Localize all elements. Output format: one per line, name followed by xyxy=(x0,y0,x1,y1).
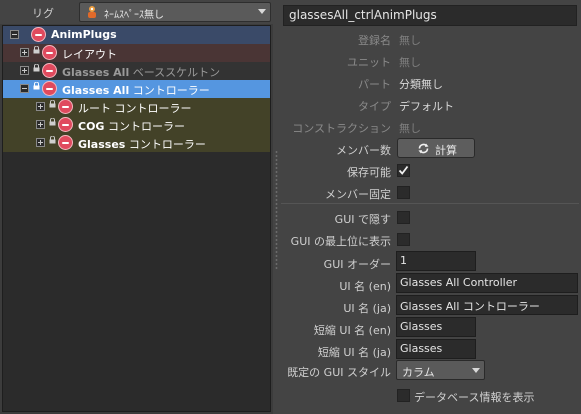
node-icon xyxy=(58,117,73,132)
type-value: デフォルト xyxy=(399,100,454,113)
lock-icon xyxy=(49,136,56,144)
lock-icon xyxy=(33,82,40,90)
calculate-button[interactable]: 計算 xyxy=(397,138,475,158)
type-label: タイプ xyxy=(358,100,391,113)
node-icon xyxy=(58,135,73,150)
short-ui-name-ja-input[interactable]: Glasses xyxy=(396,339,476,359)
tree-row-animplugs[interactable]: AnimPlugs xyxy=(3,26,270,44)
tree-item-label: Glasses All ベーススケルトン xyxy=(62,66,221,79)
construction-value: 無し xyxy=(399,122,421,135)
registered-name-label: 登録名 xyxy=(358,34,391,47)
pane-splitter[interactable] xyxy=(273,0,281,414)
divider xyxy=(281,203,579,204)
member-fixed-checkbox[interactable] xyxy=(397,186,410,199)
gui-order-label: GUI オーダー xyxy=(323,258,391,271)
unit-label: ユニット xyxy=(347,56,391,69)
rig-tree: AnimPlugs レイアウト Glasses All ベーススケルトン Gla… xyxy=(2,25,271,412)
calculate-button-label: 計算 xyxy=(435,144,457,157)
collapse-icon[interactable] xyxy=(20,84,29,93)
tree-item-label: Glasses コントローラー xyxy=(78,138,206,151)
member-count-label: メンバー数 xyxy=(336,144,391,157)
expand-icon[interactable] xyxy=(36,120,45,129)
gui-hide-checkbox[interactable] xyxy=(397,211,410,224)
expand-icon[interactable] xyxy=(20,48,29,57)
tree-row-cog-controller[interactable]: COG コントローラー xyxy=(3,116,270,134)
short-ui-name-en-label: 短縮 UI 名 (en) xyxy=(313,324,391,337)
rig-bar: リグ ﾈｰﾑｽﾍﾟｰｽ無し xyxy=(0,0,273,24)
member-fixed-label: メンバー固定 xyxy=(325,188,391,201)
short-ui-name-ja-label: 短縮 UI 名 (ja) xyxy=(317,346,391,359)
show-db-info-label: データベース情報を表示 xyxy=(414,391,535,404)
lock-icon xyxy=(49,100,56,108)
expand-icon[interactable] xyxy=(36,102,45,111)
show-db-info-checkbox[interactable] xyxy=(397,389,410,402)
check-icon xyxy=(398,165,409,175)
ui-name-ja-label: UI 名 (ja) xyxy=(343,302,391,315)
ui-name-en-label: UI 名 (en) xyxy=(339,280,391,293)
tree-item-label: ルート コントローラー xyxy=(78,102,192,115)
tree-row-root-controller[interactable]: ルート コントローラー xyxy=(3,98,270,116)
lock-icon xyxy=(49,118,56,126)
attribute-panel: glassesAll_ctrlAnimPlugs 登録名 無し ユニット 無し … xyxy=(281,0,581,414)
savable-checkbox[interactable] xyxy=(397,164,410,177)
rig-tree-panel: リグ ﾈｰﾑｽﾍﾟｰｽ無し AnimPlugs レイアウト Glasses Al… xyxy=(0,0,273,414)
node-icon xyxy=(31,27,46,42)
lock-icon xyxy=(33,46,40,54)
ui-name-en-input[interactable]: Glasses All Controller xyxy=(396,273,578,293)
rig-value: ﾈｰﾑｽﾍﾟｰｽ無し xyxy=(104,10,164,21)
unit-value: 無し xyxy=(399,56,421,69)
gui-top-checkbox[interactable] xyxy=(397,233,410,246)
tree-row-glasses-all-controller[interactable]: Glasses All コントローラー xyxy=(3,80,270,98)
part-label: パート xyxy=(358,78,391,91)
node-icon xyxy=(42,45,57,60)
construction-label: コンストラクション xyxy=(292,122,391,135)
tree-item-label: Glasses All コントローラー xyxy=(62,84,210,97)
rig-dropdown[interactable]: ﾈｰﾑｽﾍﾟｰｽ無し xyxy=(79,2,271,22)
chevron-down-icon[interactable] xyxy=(258,9,266,14)
expand-icon[interactable] xyxy=(20,66,29,75)
node-name-field[interactable]: glassesAll_ctrlAnimPlugs xyxy=(283,5,577,26)
short-ui-name-en-input[interactable]: Glasses xyxy=(396,317,476,337)
savable-label: 保存可能 xyxy=(347,166,391,179)
part-value: 分類無し xyxy=(399,78,443,91)
tree-row-glasses-controller[interactable]: Glasses コントローラー xyxy=(3,134,270,152)
gui-hide-label: GUI で隠す xyxy=(334,213,391,226)
collapse-icon[interactable] xyxy=(10,30,19,39)
rig-icon xyxy=(88,6,96,18)
gui-order-input[interactable]: 1 xyxy=(396,251,476,271)
tree-item-label: AnimPlugs xyxy=(51,28,117,41)
splitter-grip xyxy=(275,150,278,270)
tree-row-base-skeleton[interactable]: Glasses All ベーススケルトン xyxy=(3,62,270,80)
registered-name-value: 無し xyxy=(399,34,421,47)
tree-item-label: COG コントローラー xyxy=(78,120,185,133)
tree-item-label: レイアウト xyxy=(62,48,117,61)
refresh-icon xyxy=(418,143,429,154)
tree-row-layout[interactable]: レイアウト xyxy=(3,44,270,62)
lock-icon xyxy=(33,64,40,72)
gui-style-value: カラム xyxy=(402,366,435,379)
node-icon xyxy=(58,99,73,114)
node-icon xyxy=(42,63,57,78)
node-icon xyxy=(42,81,57,96)
gui-style-dropdown[interactable]: カラム xyxy=(396,360,485,380)
ui-name-ja-input[interactable]: Glasses All コントローラー xyxy=(396,295,578,315)
chevron-down-icon xyxy=(472,368,480,373)
gui-style-label: 既定の GUI スタイル xyxy=(287,366,391,379)
rig-label: リグ xyxy=(32,7,54,20)
expand-icon[interactable] xyxy=(36,138,45,147)
gui-top-label: GUI の最上位に表示 xyxy=(290,235,391,248)
